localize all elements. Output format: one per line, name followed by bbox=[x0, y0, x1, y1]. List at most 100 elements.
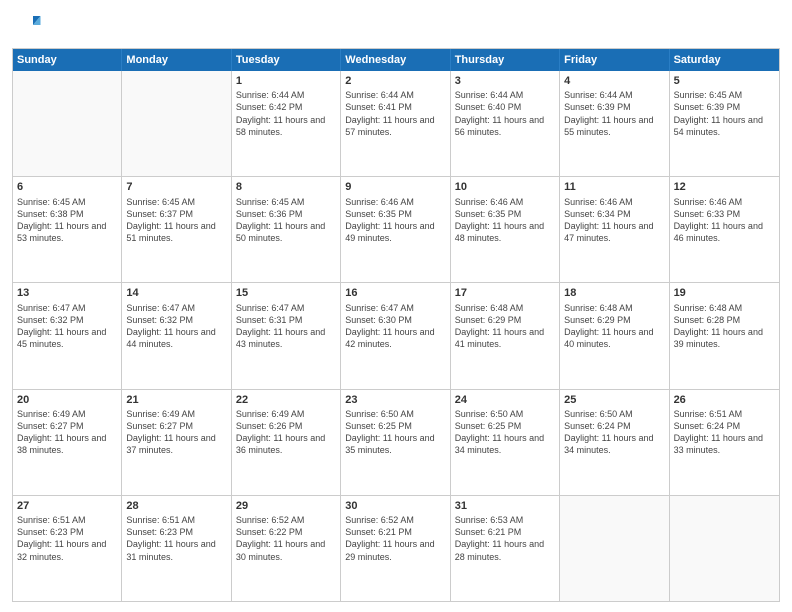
day-number: 30 bbox=[345, 499, 445, 513]
weekday-header-wednesday: Wednesday bbox=[341, 49, 450, 71]
day-number: 9 bbox=[345, 180, 445, 194]
day-number: 24 bbox=[455, 393, 555, 407]
cell-info: Sunrise: 6:45 AMSunset: 6:37 PMDaylight:… bbox=[126, 196, 226, 245]
calendar-cell: 23Sunrise: 6:50 AMSunset: 6:25 PMDayligh… bbox=[341, 390, 450, 495]
cell-info: Sunrise: 6:51 AMSunset: 6:23 PMDaylight:… bbox=[17, 514, 117, 563]
cell-info: Sunrise: 6:46 AMSunset: 6:35 PMDaylight:… bbox=[455, 196, 555, 245]
day-number: 28 bbox=[126, 499, 226, 513]
calendar-cell: 21Sunrise: 6:49 AMSunset: 6:27 PMDayligh… bbox=[122, 390, 231, 495]
day-number: 7 bbox=[126, 180, 226, 194]
calendar-cell bbox=[13, 71, 122, 176]
weekday-header-friday: Friday bbox=[560, 49, 669, 71]
day-number: 20 bbox=[17, 393, 117, 407]
weekday-header-tuesday: Tuesday bbox=[232, 49, 341, 71]
day-number: 19 bbox=[674, 286, 775, 300]
calendar-cell: 11Sunrise: 6:46 AMSunset: 6:34 PMDayligh… bbox=[560, 177, 669, 282]
calendar-cell: 26Sunrise: 6:51 AMSunset: 6:24 PMDayligh… bbox=[670, 390, 779, 495]
cell-info: Sunrise: 6:44 AMSunset: 6:40 PMDaylight:… bbox=[455, 89, 555, 138]
cell-info: Sunrise: 6:48 AMSunset: 6:29 PMDaylight:… bbox=[455, 302, 555, 351]
calendar-cell: 24Sunrise: 6:50 AMSunset: 6:25 PMDayligh… bbox=[451, 390, 560, 495]
calendar-cell: 7 Sunrise: 6:45 AMSunset: 6:37 PMDaylight… bbox=[122, 177, 231, 282]
calendar-cell bbox=[560, 496, 669, 601]
calendar-row-3: 13Sunrise: 6:47 AMSunset: 6:32 PMDayligh… bbox=[13, 283, 779, 389]
cell-info: Sunrise: 6:45 AMSunset: 6:39 PMDaylight:… bbox=[674, 89, 775, 138]
page-header bbox=[12, 10, 780, 40]
cell-info: Sunrise: 6:52 AMSunset: 6:21 PMDaylight:… bbox=[345, 514, 445, 563]
cell-info: Sunrise: 6:44 AMSunset: 6:39 PMDaylight:… bbox=[564, 89, 664, 138]
cell-info: Sunrise: 6:47 AMSunset: 6:30 PMDaylight:… bbox=[345, 302, 445, 351]
day-number: 21 bbox=[126, 393, 226, 407]
weekday-header-thursday: Thursday bbox=[451, 49, 560, 71]
calendar-cell bbox=[122, 71, 231, 176]
cell-info: Sunrise: 6:45 AMSunset: 6:38 PMDaylight:… bbox=[17, 196, 117, 245]
calendar-cell: 4Sunrise: 6:44 AMSunset: 6:39 PMDaylight… bbox=[560, 71, 669, 176]
cell-info: Sunrise: 6:47 AMSunset: 6:32 PMDaylight:… bbox=[126, 302, 226, 351]
calendar-cell: 25Sunrise: 6:50 AMSunset: 6:24 PMDayligh… bbox=[560, 390, 669, 495]
day-number: 18 bbox=[564, 286, 664, 300]
calendar-cell: 9Sunrise: 6:46 AMSunset: 6:35 PMDaylight… bbox=[341, 177, 450, 282]
cell-info: Sunrise: 6:45 AMSunset: 6:36 PMDaylight:… bbox=[236, 196, 336, 245]
cell-info: Sunrise: 6:48 AMSunset: 6:29 PMDaylight:… bbox=[564, 302, 664, 351]
calendar-row-2: 6 Sunrise: 6:45 AMSunset: 6:38 PMDaylight… bbox=[13, 177, 779, 283]
day-number: 31 bbox=[455, 499, 555, 513]
logo-icon bbox=[12, 10, 42, 40]
calendar-cell: 2Sunrise: 6:44 AMSunset: 6:41 PMDaylight… bbox=[341, 71, 450, 176]
day-number: 3 bbox=[455, 74, 555, 88]
cell-info: Sunrise: 6:44 AMSunset: 6:42 PMDaylight:… bbox=[236, 89, 336, 138]
calendar: SundayMondayTuesdayWednesdayThursdayFrid… bbox=[12, 48, 780, 602]
calendar-cell: 16 Sunrise: 6:47 AMSunset: 6:30 PMDayligh… bbox=[341, 283, 450, 388]
cell-info: Sunrise: 6:46 AMSunset: 6:34 PMDaylight:… bbox=[564, 196, 664, 245]
day-number: 1 bbox=[236, 74, 336, 88]
calendar-cell: 5Sunrise: 6:45 AMSunset: 6:39 PMDaylight… bbox=[670, 71, 779, 176]
day-number: 26 bbox=[674, 393, 775, 407]
calendar-cell: 27Sunrise: 6:51 AMSunset: 6:23 PMDayligh… bbox=[13, 496, 122, 601]
cell-info: Sunrise: 6:44 AMSunset: 6:41 PMDaylight:… bbox=[345, 89, 445, 138]
cell-info: Sunrise: 6:49 AMSunset: 6:27 PMDaylight:… bbox=[126, 408, 226, 457]
cell-info: Sunrise: 6:46 AMSunset: 6:33 PMDaylight:… bbox=[674, 196, 775, 245]
cell-info: Sunrise: 6:53 AMSunset: 6:21 PMDaylight:… bbox=[455, 514, 555, 563]
cell-info: Sunrise: 6:48 AMSunset: 6:28 PMDaylight:… bbox=[674, 302, 775, 351]
day-number: 16 bbox=[345, 286, 445, 300]
calendar-cell: 30Sunrise: 6:52 AMSunset: 6:21 PMDayligh… bbox=[341, 496, 450, 601]
cell-info: Sunrise: 6:47 AMSunset: 6:31 PMDaylight:… bbox=[236, 302, 336, 351]
day-number: 4 bbox=[564, 74, 664, 88]
calendar-cell: 28Sunrise: 6:51 AMSunset: 6:23 PMDayligh… bbox=[122, 496, 231, 601]
day-number: 22 bbox=[236, 393, 336, 407]
calendar-cell: 22Sunrise: 6:49 AMSunset: 6:26 PMDayligh… bbox=[232, 390, 341, 495]
cell-info: Sunrise: 6:50 AMSunset: 6:25 PMDaylight:… bbox=[345, 408, 445, 457]
day-number: 8 bbox=[236, 180, 336, 194]
cell-info: Sunrise: 6:47 AMSunset: 6:32 PMDaylight:… bbox=[17, 302, 117, 351]
calendar-cell: 8 Sunrise: 6:45 AMSunset: 6:36 PMDaylight… bbox=[232, 177, 341, 282]
calendar-cell: 3Sunrise: 6:44 AMSunset: 6:40 PMDaylight… bbox=[451, 71, 560, 176]
calendar-cell: 19 Sunrise: 6:48 AMSunset: 6:28 PMDayligh… bbox=[670, 283, 779, 388]
day-number: 15 bbox=[236, 286, 336, 300]
calendar-cell: 15 Sunrise: 6:47 AMSunset: 6:31 PMDayligh… bbox=[232, 283, 341, 388]
calendar-cell bbox=[670, 496, 779, 601]
calendar-row-5: 27Sunrise: 6:51 AMSunset: 6:23 PMDayligh… bbox=[13, 496, 779, 601]
weekday-header-monday: Monday bbox=[122, 49, 231, 71]
calendar-cell: 17 Sunrise: 6:48 AMSunset: 6:29 PMDayligh… bbox=[451, 283, 560, 388]
day-number: 27 bbox=[17, 499, 117, 513]
calendar-row-1: 1Sunrise: 6:44 AMSunset: 6:42 PMDaylight… bbox=[13, 71, 779, 177]
cell-info: Sunrise: 6:51 AMSunset: 6:24 PMDaylight:… bbox=[674, 408, 775, 457]
cell-info: Sunrise: 6:49 AMSunset: 6:26 PMDaylight:… bbox=[236, 408, 336, 457]
cell-info: Sunrise: 6:52 AMSunset: 6:22 PMDaylight:… bbox=[236, 514, 336, 563]
calendar-body: 1Sunrise: 6:44 AMSunset: 6:42 PMDaylight… bbox=[13, 71, 779, 601]
calendar-row-4: 20Sunrise: 6:49 AMSunset: 6:27 PMDayligh… bbox=[13, 390, 779, 496]
day-number: 2 bbox=[345, 74, 445, 88]
calendar-cell: 29Sunrise: 6:52 AMSunset: 6:22 PMDayligh… bbox=[232, 496, 341, 601]
day-number: 25 bbox=[564, 393, 664, 407]
cell-info: Sunrise: 6:49 AMSunset: 6:27 PMDaylight:… bbox=[17, 408, 117, 457]
calendar-cell: 20Sunrise: 6:49 AMSunset: 6:27 PMDayligh… bbox=[13, 390, 122, 495]
calendar-cell: 10Sunrise: 6:46 AMSunset: 6:35 PMDayligh… bbox=[451, 177, 560, 282]
calendar-cell: 18 Sunrise: 6:48 AMSunset: 6:29 PMDayligh… bbox=[560, 283, 669, 388]
weekday-header-sunday: Sunday bbox=[13, 49, 122, 71]
calendar-cell: 6 Sunrise: 6:45 AMSunset: 6:38 PMDaylight… bbox=[13, 177, 122, 282]
cell-info: Sunrise: 6:50 AMSunset: 6:25 PMDaylight:… bbox=[455, 408, 555, 457]
day-number: 17 bbox=[455, 286, 555, 300]
calendar-cell: 12Sunrise: 6:46 AMSunset: 6:33 PMDayligh… bbox=[670, 177, 779, 282]
calendar-cell: 13Sunrise: 6:47 AMSunset: 6:32 PMDayligh… bbox=[13, 283, 122, 388]
calendar-cell: 31Sunrise: 6:53 AMSunset: 6:21 PMDayligh… bbox=[451, 496, 560, 601]
calendar-cell: 1Sunrise: 6:44 AMSunset: 6:42 PMDaylight… bbox=[232, 71, 341, 176]
day-number: 6 bbox=[17, 180, 117, 194]
